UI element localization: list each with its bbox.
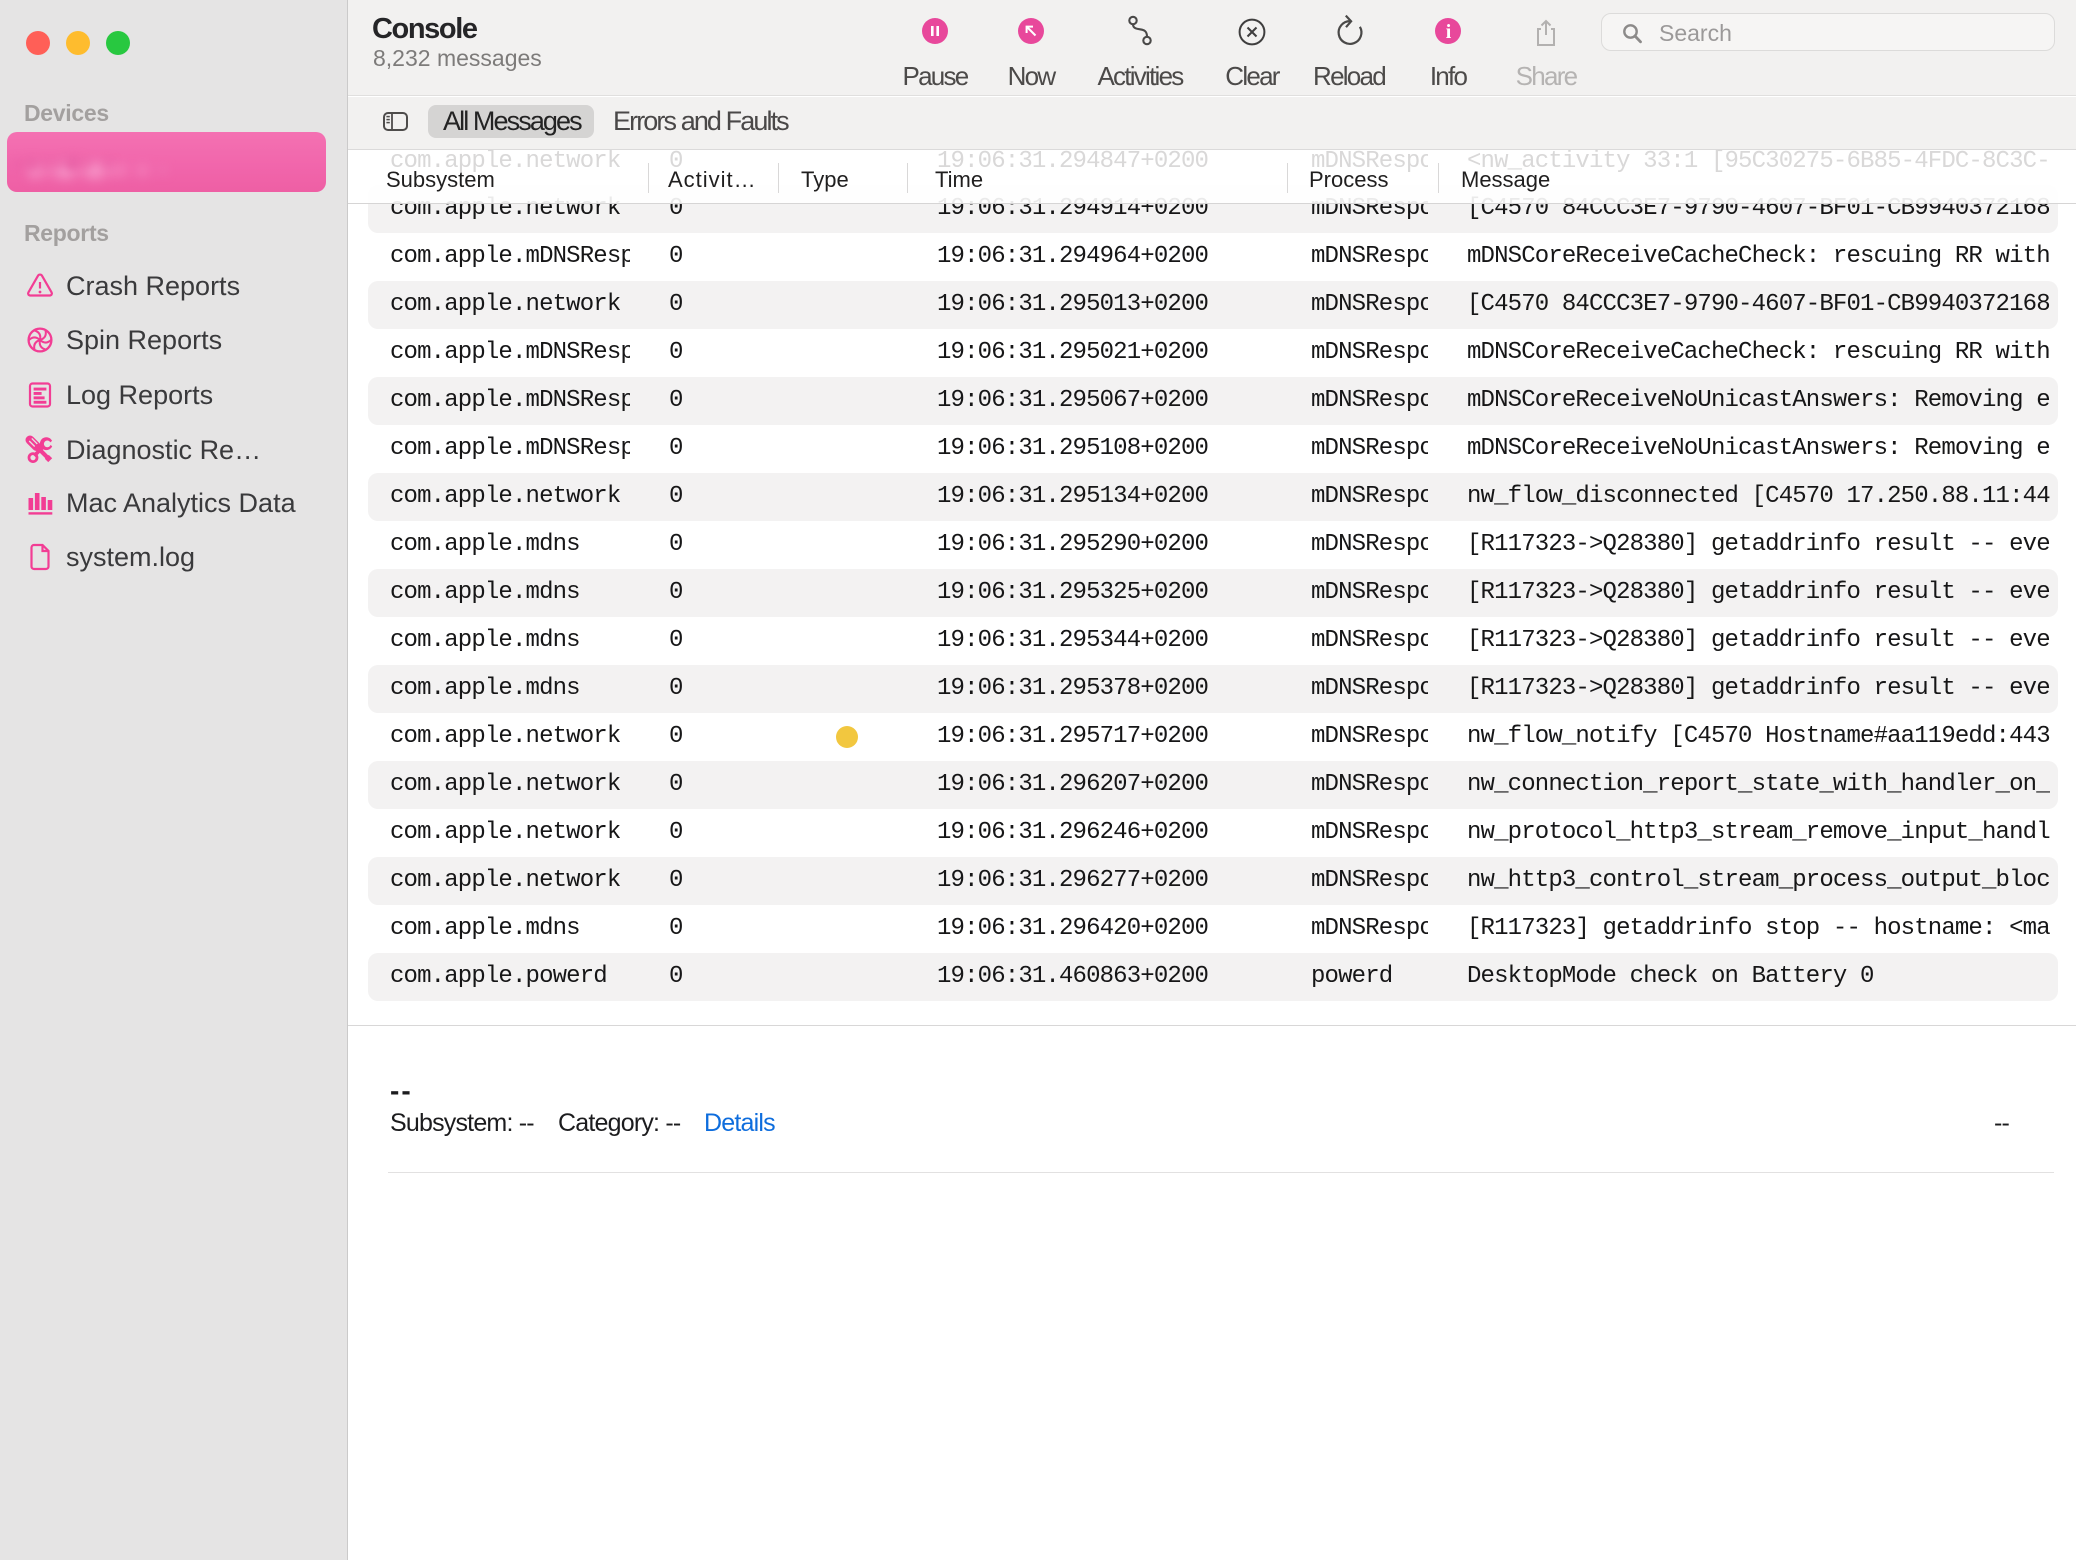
svg-text:i: i [1446,21,1452,43]
